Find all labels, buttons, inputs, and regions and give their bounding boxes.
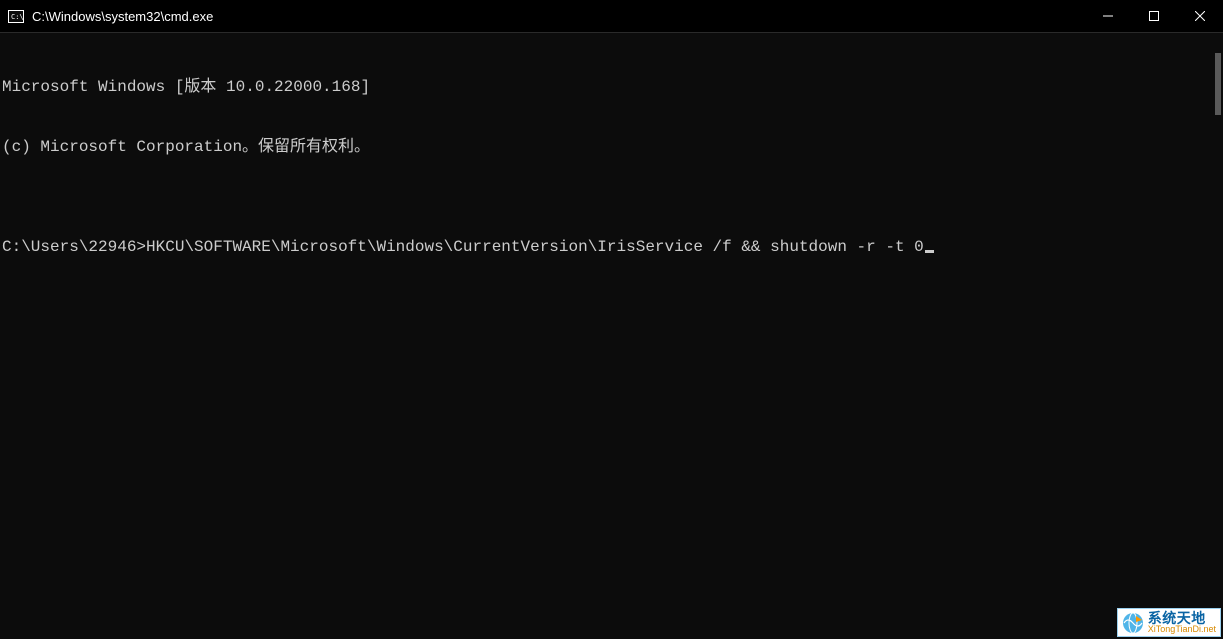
terminal-output[interactable]: Microsoft Windows [版本 10.0.22000.168] (c… bbox=[0, 33, 1223, 639]
prompt-line: C:\Users\22946>HKCU\SOFTWARE\Microsoft\W… bbox=[2, 237, 1221, 257]
scrollbar-thumb[interactable] bbox=[1215, 53, 1221, 115]
command-input[interactable]: HKCU\SOFTWARE\Microsoft\Windows\CurrentV… bbox=[146, 238, 924, 256]
watermark-brand: 系统天地 bbox=[1148, 611, 1216, 625]
window-title: C:\Windows\system32\cmd.exe bbox=[32, 9, 213, 24]
watermark: 系统天地 XiTongTianDi.net bbox=[1117, 608, 1221, 637]
output-line-2: (c) Microsoft Corporation。保留所有权利。 bbox=[2, 137, 1221, 157]
minimize-button[interactable] bbox=[1085, 0, 1131, 32]
titlebar[interactable]: C:\ C:\Windows\system32\cmd.exe bbox=[0, 0, 1223, 33]
output-line-1: Microsoft Windows [版本 10.0.22000.168] bbox=[2, 77, 1221, 97]
text-cursor bbox=[925, 250, 934, 253]
cmd-window: C:\ C:\Windows\system32\cmd.exe Microsof… bbox=[0, 0, 1223, 639]
maximize-button[interactable] bbox=[1131, 0, 1177, 32]
scrollbar-track[interactable] bbox=[1207, 33, 1223, 639]
close-button[interactable] bbox=[1177, 0, 1223, 32]
prompt: C:\Users\22946> bbox=[2, 238, 146, 256]
svg-text:C:\: C:\ bbox=[11, 13, 24, 21]
window-controls bbox=[1085, 0, 1223, 32]
globe-icon bbox=[1122, 612, 1144, 634]
cmd-icon: C:\ bbox=[8, 8, 24, 24]
watermark-url: XiTongTianDi.net bbox=[1148, 625, 1216, 634]
